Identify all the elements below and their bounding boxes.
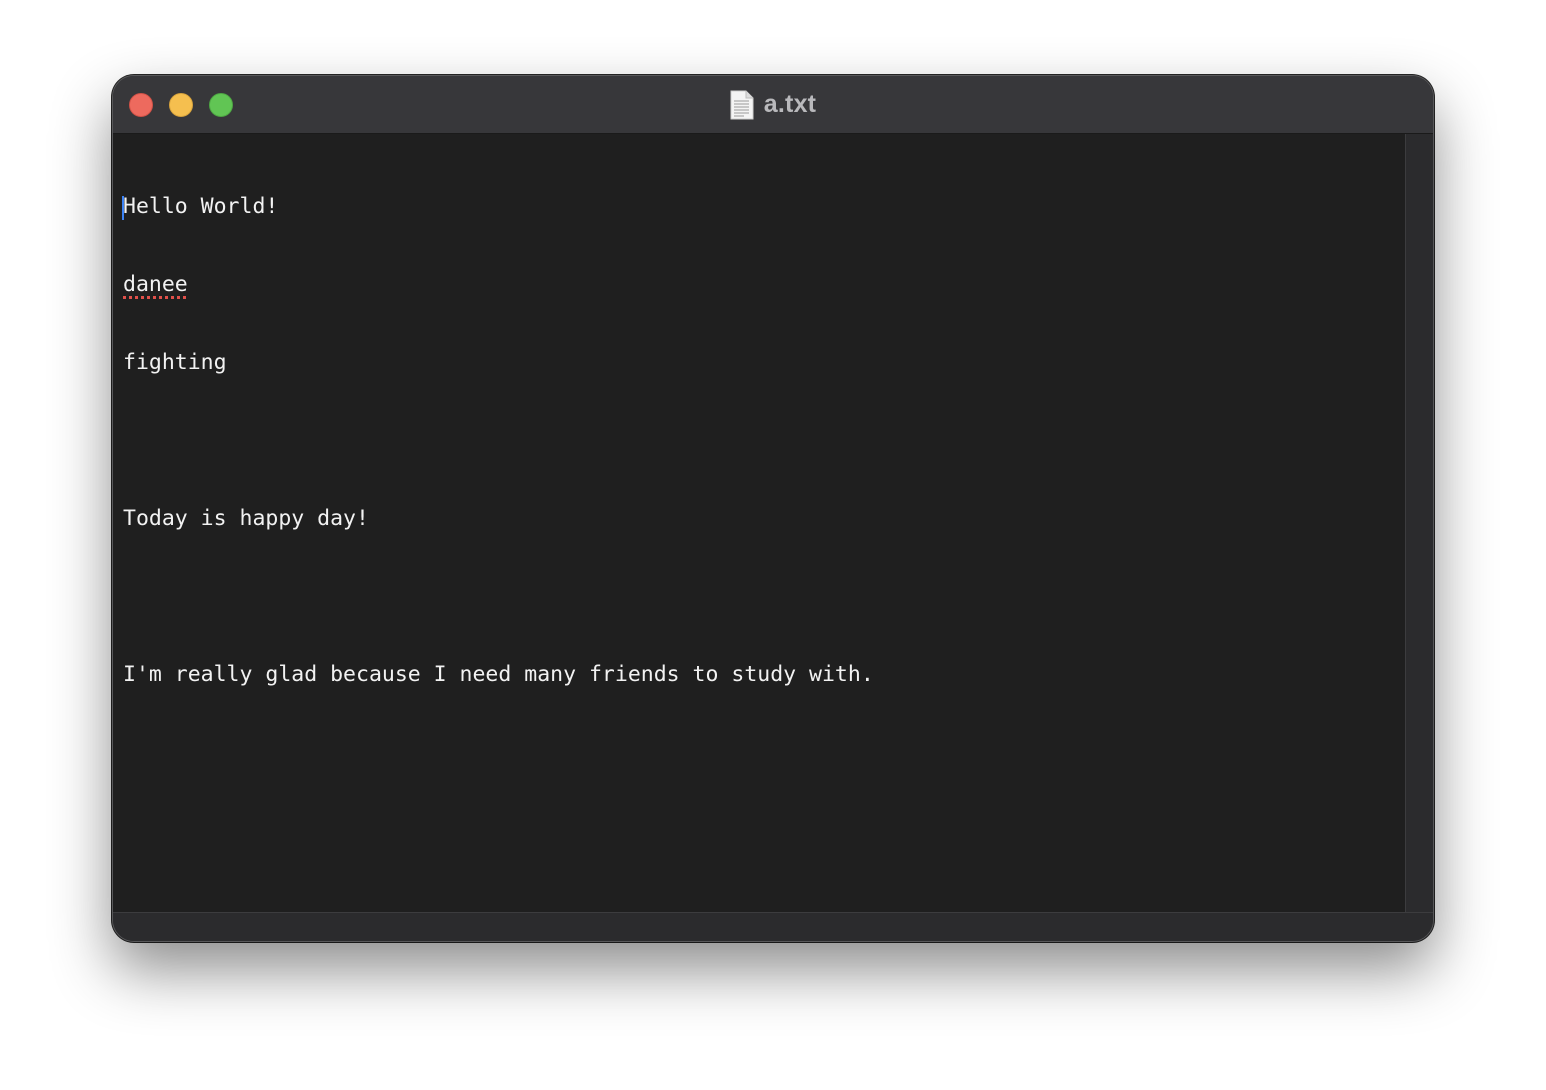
text-line-3[interactable]: fighting [123, 350, 874, 376]
document-text[interactable]: Hello World! danee fighting Today is hap… [122, 142, 874, 740]
text-caret [122, 196, 124, 220]
text-line-1[interactable]: Hello World! [122, 194, 874, 220]
text-line-2[interactable]: danee [123, 272, 874, 298]
text-document-icon [730, 90, 754, 119]
title-bar[interactable]: a.txt [113, 76, 1433, 134]
misspelled-word[interactable]: danee [123, 272, 188, 297]
text-line-4[interactable] [123, 428, 874, 454]
text-line-6[interactable] [123, 584, 874, 610]
window-title-group: a.txt [113, 76, 1433, 133]
window-title: a.txt [763, 90, 817, 118]
text-line-7[interactable]: I'm really glad because I need many frie… [123, 662, 874, 688]
text-line-5[interactable]: Today is happy day! [123, 506, 874, 532]
window-bottom-bar [113, 912, 1433, 941]
text-editor-window: a.txt Hello World! danee fighting Today … [112, 75, 1434, 942]
vertical-scrollbar[interactable] [1405, 134, 1433, 912]
text-editor-area[interactable]: Hello World! danee fighting Today is hap… [113, 134, 1405, 912]
